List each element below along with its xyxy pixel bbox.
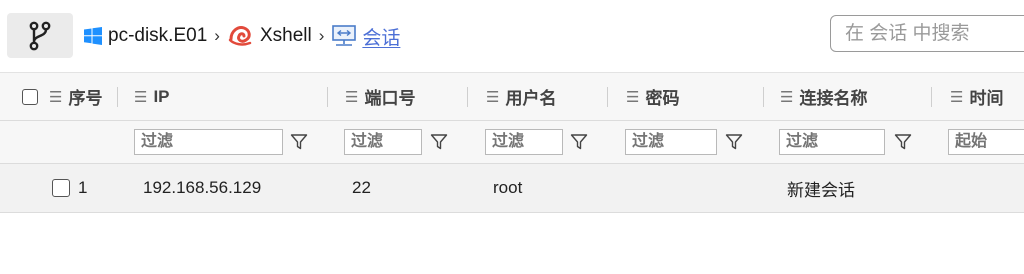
column-label: 用户名: [505, 89, 557, 108]
filter-icon[interactable]: [428, 130, 450, 154]
column-label: 密码: [645, 89, 680, 108]
windows-icon: [84, 27, 102, 45]
password-filter-input[interactable]: [625, 129, 717, 155]
filter-icon[interactable]: [892, 130, 914, 154]
column-menu-icon: ☰: [134, 88, 148, 106]
column-menu-icon: ☰: [950, 88, 964, 106]
chevron-right-icon: ›: [318, 26, 325, 45]
filter-icon[interactable]: [568, 130, 590, 154]
session-icon: [332, 25, 357, 47]
branch-button[interactable]: [7, 13, 73, 58]
row-ip: 192.168.56.129: [143, 178, 262, 197]
column-label: 时间: [969, 89, 1004, 108]
filter-row: [0, 121, 1024, 164]
table-header: ☰ 序号 ☰ IP ☰ 端口号 ☰ 用户名 ☰ 密码 ☰ 连接名称 ☰ 时间: [0, 73, 1024, 121]
column-header-connection-name[interactable]: ☰ 连接名称: [780, 73, 867, 120]
column-divider[interactable]: [467, 87, 468, 107]
row-checkbox[interactable]: [52, 164, 70, 212]
breadcrumb-label: 会话: [362, 27, 401, 49]
column-divider[interactable]: [327, 87, 328, 107]
column-menu-icon: ☰: [626, 88, 640, 106]
toolbar: pc-disk.E01 › Xshell › 会话: [0, 0, 1024, 73]
search-input[interactable]: [830, 15, 1024, 52]
column-label: 端口号: [364, 89, 416, 108]
column-header-password[interactable]: ☰ 密码: [626, 73, 679, 120]
breadcrumb-item-session[interactable]: 会话: [332, 23, 400, 50]
column-menu-icon: ☰: [345, 88, 359, 106]
row-connection-name: 新建会话: [787, 180, 855, 200]
column-divider[interactable]: [931, 87, 932, 107]
row-index: 1: [78, 178, 88, 197]
table-row[interactable]: 1 192.168.56.129 22 root 新建会话: [0, 164, 1024, 213]
column-header-time[interactable]: ☰ 时间: [950, 73, 1003, 120]
row-port: 22: [352, 178, 371, 197]
column-label: IP: [153, 86, 170, 106]
column-header-port[interactable]: ☰ 端口号: [345, 73, 415, 120]
xshell-icon: [228, 25, 254, 47]
column-header-index[interactable]: ☰ 序号: [49, 73, 102, 120]
breadcrumb-label: Xshell: [259, 25, 312, 46]
filter-icon[interactable]: [288, 130, 310, 154]
chevron-right-icon: ›: [214, 26, 220, 45]
select-all-checkbox[interactable]: [22, 73, 38, 120]
column-header-username[interactable]: ☰ 用户名: [486, 73, 556, 120]
column-divider[interactable]: [117, 87, 118, 107]
breadcrumb-item-evidence[interactable]: pc-disk.E01: [84, 25, 207, 47]
column-menu-icon: ☰: [486, 88, 500, 106]
column-divider[interactable]: [763, 87, 764, 107]
column-menu-icon: ☰: [780, 88, 794, 106]
breadcrumb-item-xshell[interactable]: Xshell: [228, 25, 312, 47]
time-start-filter-input[interactable]: [948, 129, 1024, 155]
username-filter-input[interactable]: [485, 129, 563, 155]
filter-icon[interactable]: [723, 130, 745, 154]
row-username: root: [493, 178, 523, 197]
port-filter-input[interactable]: [344, 129, 422, 155]
column-label: 序号: [68, 89, 103, 108]
column-divider[interactable]: [607, 87, 608, 107]
column-header-ip[interactable]: ☰ IP: [134, 73, 170, 120]
breadcrumb-label: pc-disk.E01: [108, 25, 208, 46]
column-label: 连接名称: [799, 89, 868, 108]
connection-name-filter-input[interactable]: [779, 129, 885, 155]
column-menu-icon: ☰: [49, 88, 63, 106]
ip-filter-input[interactable]: [134, 129, 283, 155]
branch-icon: [29, 21, 51, 50]
breadcrumb: pc-disk.E01 › Xshell › 会话: [84, 22, 400, 50]
